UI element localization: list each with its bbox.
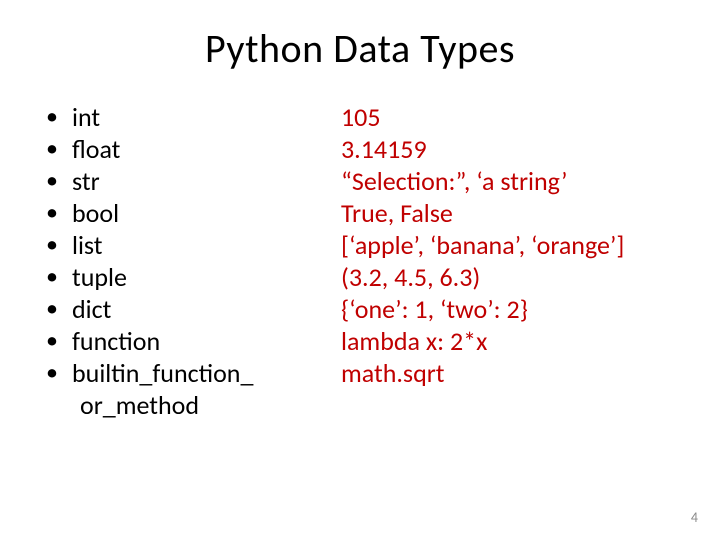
list-item: bool bbox=[46, 197, 341, 229]
example-text: {‘one’: 1, ‘two’: 2} bbox=[341, 293, 690, 325]
example-text: True, False bbox=[341, 197, 690, 229]
list-item: function bbox=[46, 325, 341, 357]
slide: Python Data Types int float str bool lis… bbox=[0, 0, 720, 540]
example-text: (3.2, 4.5, 6.3) bbox=[341, 261, 690, 293]
content-columns: int float str bool list tuple dict funct… bbox=[0, 101, 720, 421]
list-item: float bbox=[46, 133, 341, 165]
example-text: math.sqrt bbox=[341, 357, 690, 389]
list-item: tuple bbox=[46, 261, 341, 293]
example-text: lambda x: 2*x bbox=[341, 325, 690, 357]
example-text: 105 bbox=[341, 101, 690, 133]
example-text: 3.14159 bbox=[341, 133, 690, 165]
page-number: 4 bbox=[691, 509, 698, 526]
list-item: str bbox=[46, 165, 341, 197]
list-item-continuation: or_method bbox=[46, 389, 341, 421]
slide-title: Python Data Types bbox=[0, 0, 720, 101]
examples-column: 105 3.14159 “Selection:”, ‘a string’ Tru… bbox=[341, 101, 690, 421]
list-item: builtin_function_ bbox=[46, 357, 341, 389]
list-item: list bbox=[46, 229, 341, 261]
types-column: int float str bool list tuple dict funct… bbox=[46, 101, 341, 421]
example-text: “Selection:”, ‘a string’ bbox=[341, 165, 690, 197]
example-text: [‘apple’, ‘banana’, ‘orange’] bbox=[341, 229, 690, 261]
types-list: int float str bool list tuple dict funct… bbox=[46, 101, 341, 389]
list-item: int bbox=[46, 101, 341, 133]
list-item: dict bbox=[46, 293, 341, 325]
